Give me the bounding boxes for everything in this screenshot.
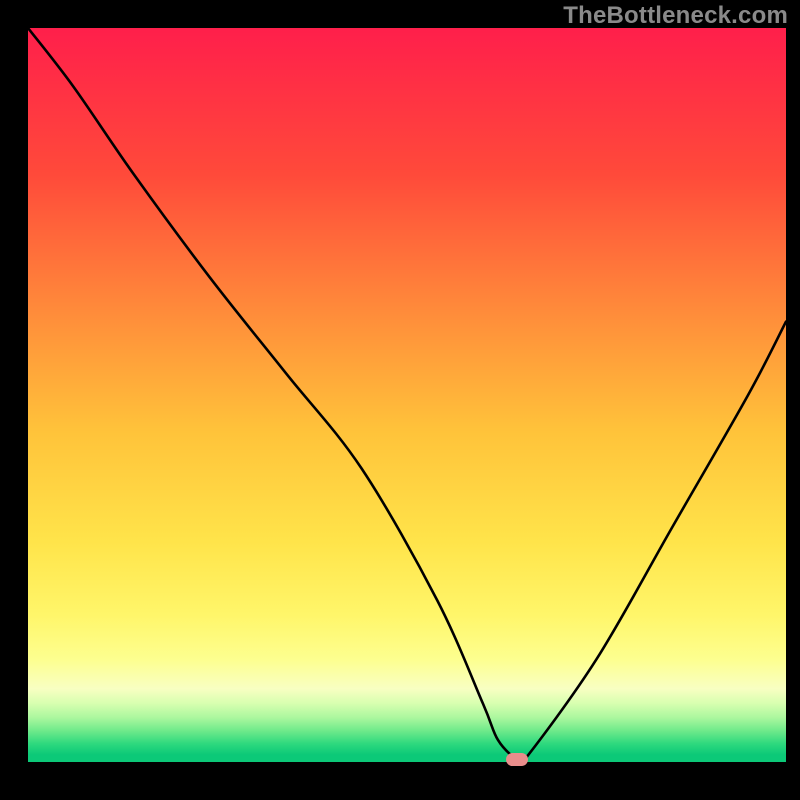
chart-container: TheBottleneck.com: [0, 0, 800, 800]
bottleneck-plot: [28, 28, 786, 762]
watermark-text: TheBottleneck.com: [563, 2, 788, 30]
plot-area: [28, 28, 786, 762]
gradient-background: [28, 28, 786, 762]
